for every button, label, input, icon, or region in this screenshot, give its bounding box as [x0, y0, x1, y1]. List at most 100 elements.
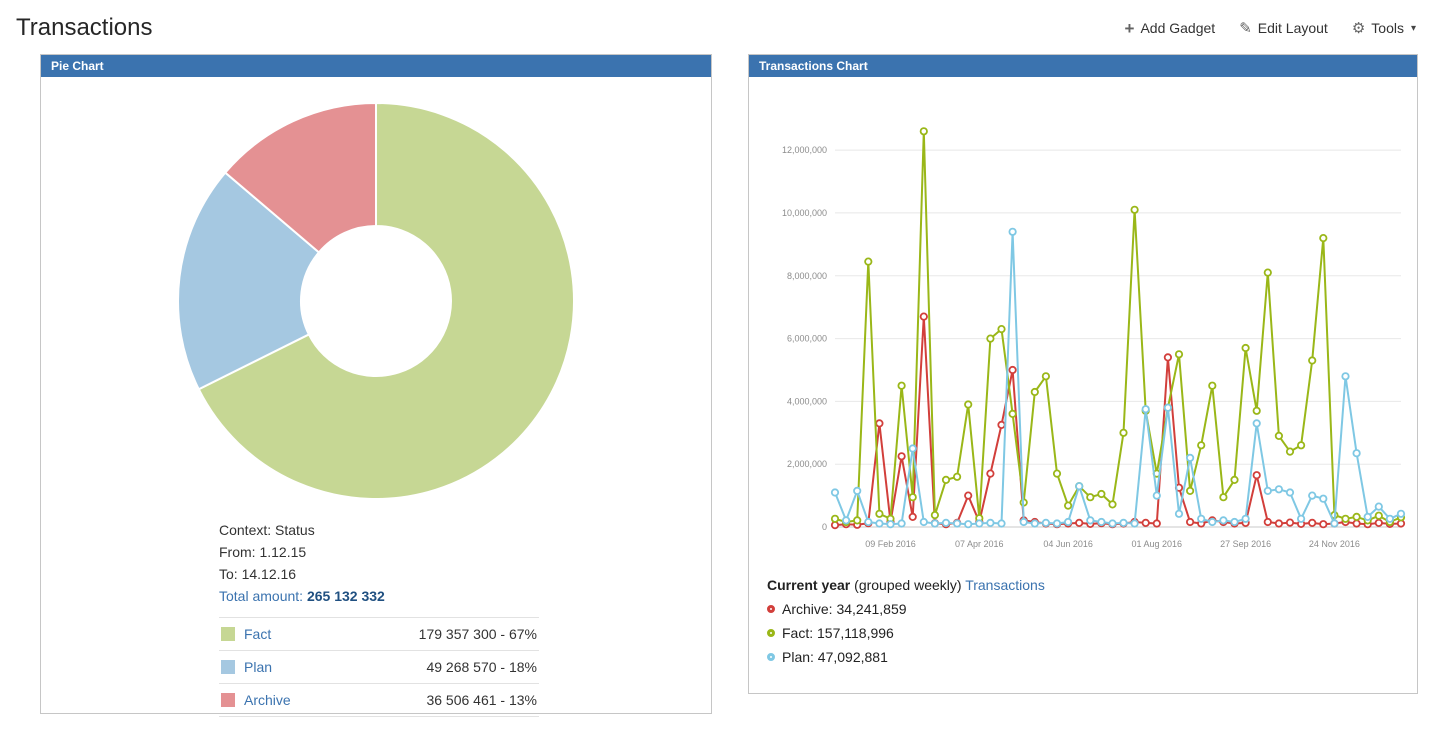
- data-point-fact[interactable]: [1065, 502, 1071, 508]
- data-point-fact[interactable]: [965, 401, 971, 407]
- data-point-fact[interactable]: [1298, 442, 1304, 448]
- data-point-plan[interactable]: [987, 520, 993, 526]
- data-point-fact[interactable]: [1265, 269, 1271, 275]
- data-point-fact[interactable]: [954, 474, 960, 480]
- data-point-plan[interactable]: [1353, 450, 1359, 456]
- transactions-chart-gadget-header[interactable]: Transactions Chart: [749, 55, 1417, 77]
- data-point-plan[interactable]: [1398, 511, 1404, 517]
- data-point-fact[interactable]: [1342, 516, 1348, 522]
- data-point-fact[interactable]: [1187, 488, 1193, 494]
- tx-legend-item-plan[interactable]: Plan: 47,092,881: [767, 645, 1413, 669]
- data-point-plan[interactable]: [1209, 519, 1215, 525]
- data-point-archive[interactable]: [1076, 520, 1082, 526]
- data-point-fact[interactable]: [1276, 433, 1282, 439]
- data-point-plan[interactable]: [1065, 519, 1071, 525]
- data-point-archive[interactable]: [921, 313, 927, 319]
- data-point-plan[interactable]: [1254, 420, 1260, 426]
- data-point-plan[interactable]: [865, 519, 871, 525]
- data-point-fact[interactable]: [1376, 513, 1382, 519]
- tools-button[interactable]: ⚙ Tools ▾: [1352, 20, 1416, 36]
- add-gadget-button[interactable]: + Add Gadget: [1125, 20, 1216, 37]
- data-point-archive[interactable]: [1265, 519, 1271, 525]
- data-point-plan[interactable]: [1287, 489, 1293, 495]
- data-point-fact[interactable]: [1231, 477, 1237, 483]
- data-point-plan[interactable]: [1087, 517, 1093, 523]
- tx-legend-item-archive[interactable]: Archive: 34,241,859: [767, 597, 1413, 621]
- data-point-archive[interactable]: [876, 420, 882, 426]
- data-point-plan[interactable]: [876, 520, 882, 526]
- data-point-plan[interactable]: [1231, 519, 1237, 525]
- edit-layout-button[interactable]: ✎ Edit Layout: [1239, 20, 1328, 36]
- data-point-plan[interactable]: [1198, 516, 1204, 522]
- data-point-plan[interactable]: [1021, 519, 1027, 525]
- data-point-plan[interactable]: [1242, 516, 1248, 522]
- data-point-archive[interactable]: [1009, 367, 1015, 373]
- pie-chart-gadget-header[interactable]: Pie Chart: [41, 55, 711, 77]
- data-point-fact[interactable]: [898, 383, 904, 389]
- data-point-plan[interactable]: [943, 520, 949, 526]
- data-point-archive[interactable]: [898, 453, 904, 459]
- data-point-plan[interactable]: [910, 445, 916, 451]
- data-point-fact[interactable]: [854, 517, 860, 523]
- data-point-archive[interactable]: [1376, 520, 1382, 526]
- data-point-plan[interactable]: [1309, 492, 1315, 498]
- data-point-fact[interactable]: [1009, 411, 1015, 417]
- data-point-plan[interactable]: [1143, 406, 1149, 412]
- data-point-fact[interactable]: [1054, 470, 1060, 476]
- data-point-plan[interactable]: [1331, 520, 1337, 526]
- data-point-plan[interactable]: [1365, 514, 1371, 520]
- data-point-plan[interactable]: [887, 521, 893, 527]
- data-point-fact[interactable]: [1320, 235, 1326, 241]
- data-point-plan[interactable]: [1342, 373, 1348, 379]
- data-point-fact[interactable]: [1287, 448, 1293, 454]
- data-point-archive[interactable]: [1154, 520, 1160, 526]
- data-point-fact[interactable]: [943, 477, 949, 483]
- data-point-plan[interactable]: [832, 489, 838, 495]
- data-point-plan[interactable]: [1187, 455, 1193, 461]
- data-point-plan[interactable]: [1176, 511, 1182, 517]
- data-point-fact[interactable]: [1353, 514, 1359, 520]
- data-point-archive[interactable]: [1276, 520, 1282, 526]
- data-point-plan[interactable]: [1098, 519, 1104, 525]
- data-point-fact[interactable]: [910, 494, 916, 500]
- data-point-plan[interactable]: [898, 520, 904, 526]
- data-point-archive[interactable]: [1165, 354, 1171, 360]
- data-point-fact[interactable]: [921, 128, 927, 134]
- data-point-archive[interactable]: [1287, 519, 1293, 525]
- data-point-fact[interactable]: [1109, 501, 1115, 507]
- data-point-archive[interactable]: [910, 514, 916, 520]
- data-point-fact[interactable]: [1131, 207, 1137, 213]
- data-point-fact[interactable]: [1043, 373, 1049, 379]
- data-point-plan[interactable]: [976, 520, 982, 526]
- data-point-fact[interactable]: [1209, 383, 1215, 389]
- data-point-plan[interactable]: [1154, 492, 1160, 498]
- data-point-archive[interactable]: [1320, 521, 1326, 527]
- data-point-fact[interactable]: [865, 258, 871, 264]
- transactions-link[interactable]: Transactions: [965, 577, 1045, 593]
- data-point-plan[interactable]: [1043, 520, 1049, 526]
- data-point-archive[interactable]: [1353, 520, 1359, 526]
- data-point-fact[interactable]: [1098, 491, 1104, 497]
- data-point-plan[interactable]: [1131, 520, 1137, 526]
- data-point-plan[interactable]: [1220, 517, 1226, 523]
- data-point-plan[interactable]: [932, 520, 938, 526]
- data-point-plan[interactable]: [954, 520, 960, 526]
- pie-legend-link[interactable]: Fact: [244, 626, 271, 642]
- data-point-fact[interactable]: [932, 512, 938, 518]
- data-point-plan[interactable]: [1276, 486, 1282, 492]
- data-point-plan[interactable]: [843, 517, 849, 523]
- data-point-plan[interactable]: [1032, 520, 1038, 526]
- data-point-plan[interactable]: [1376, 503, 1382, 509]
- data-point-archive[interactable]: [1187, 519, 1193, 525]
- data-point-plan[interactable]: [1165, 405, 1171, 411]
- data-point-fact[interactable]: [1309, 357, 1315, 363]
- data-point-plan[interactable]: [1109, 520, 1115, 526]
- data-point-plan[interactable]: [854, 488, 860, 494]
- data-point-fact[interactable]: [1032, 389, 1038, 395]
- data-point-fact[interactable]: [998, 326, 1004, 332]
- data-point-fact[interactable]: [1220, 494, 1226, 500]
- data-point-plan[interactable]: [1265, 488, 1271, 494]
- data-point-fact[interactable]: [987, 335, 993, 341]
- data-point-archive[interactable]: [1254, 472, 1260, 478]
- data-point-fact[interactable]: [832, 516, 838, 522]
